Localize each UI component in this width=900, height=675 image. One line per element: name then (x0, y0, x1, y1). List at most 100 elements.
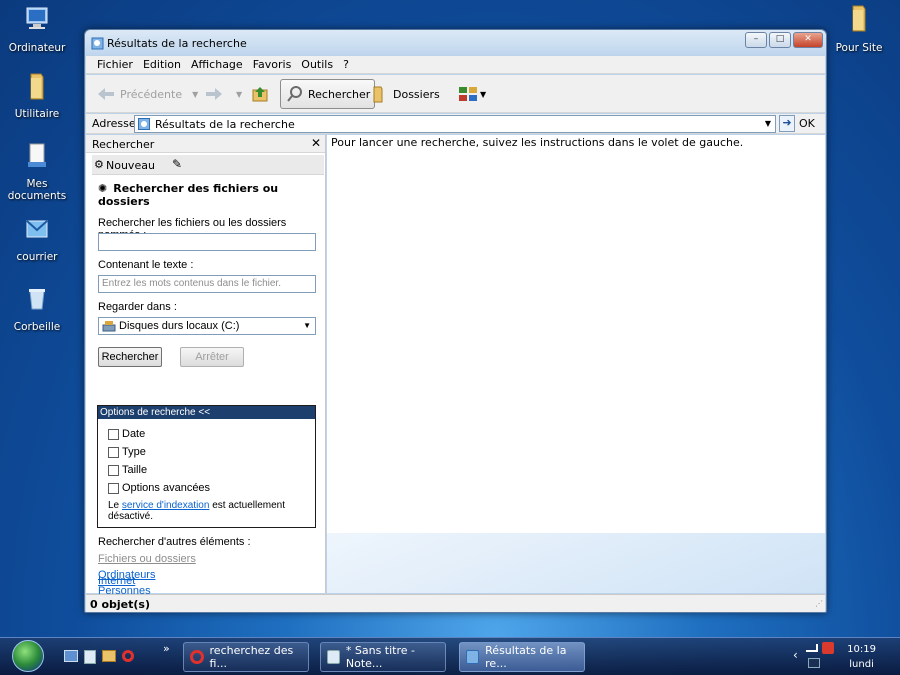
option-label: Type (122, 446, 146, 458)
folders-label: Dossiers (393, 87, 440, 101)
search-results-icon (138, 118, 150, 130)
folder-icon (30, 73, 44, 100)
menu-outils[interactable]: Outils (296, 56, 338, 74)
back-arrow-icon (98, 88, 114, 100)
views-button[interactable]: ▼ (458, 79, 486, 109)
edit-icon[interactable]: ✎ (172, 157, 182, 171)
magnifier-icon (287, 86, 302, 102)
explorer-icon[interactable] (102, 650, 116, 662)
option-advanced[interactable]: Options avancées (108, 482, 210, 494)
menu-help[interactable]: ? (338, 56, 354, 74)
address-input[interactable]: Résultats de la recherche ▼ (134, 115, 776, 133)
quick-launch-chevron[interactable]: » (163, 642, 170, 655)
resize-grip-icon[interactable]: ⋰ (815, 599, 823, 608)
desktop-icon-label: Pour Site (835, 42, 883, 54)
computer-icon (26, 7, 48, 29)
forward-button[interactable]: ▼ (204, 79, 242, 109)
opera-icon[interactable] (122, 650, 134, 662)
option-date[interactable]: Date (108, 428, 145, 440)
close-button[interactable]: ✕ (793, 32, 823, 48)
menu-fichier[interactable]: Fichier (92, 56, 138, 74)
desktop-icon-computer[interactable]: Ordinateur (0, 4, 74, 54)
desktop-icon-documents[interactable]: Mes documents (0, 140, 74, 202)
task-opera[interactable]: recherchez des fi... (183, 642, 309, 672)
task-label: * Sans titre - Note... (345, 644, 416, 670)
named-input[interactable] (98, 233, 316, 251)
checkbox[interactable] (108, 446, 119, 458)
desktop-icon-pour-site[interactable]: Pour Site (822, 4, 896, 54)
show-desktop-icon[interactable] (64, 650, 78, 662)
notepad-icon[interactable] (84, 650, 96, 664)
mail-icon (26, 220, 48, 238)
tray-chevron[interactable]: ‹ (793, 648, 798, 662)
close-pane-icon[interactable]: ✕ (311, 136, 321, 150)
search-button[interactable]: Rechercher (98, 347, 162, 367)
address-dropdown-icon[interactable]: ▼ (761, 116, 775, 132)
folders-button[interactable]: Dossiers (369, 79, 440, 109)
index-prefix: Le (108, 500, 120, 511)
folder-icon (852, 5, 866, 32)
option-label: Options avancées (122, 482, 211, 494)
link-internet[interactable]: Internet (98, 575, 135, 587)
indexing-service-link[interactable]: service d'indexation (122, 500, 210, 511)
search-toggle-label: Rechercher (308, 87, 371, 101)
desktop-icon-mail[interactable]: courrier (0, 213, 74, 263)
lookin-select[interactable]: Disques durs locaux (C:) ▼ (98, 317, 316, 335)
back-label: Précédente (120, 87, 183, 101)
search-results-window: Résultats de la recherche – □ ✕ Fichier E… (84, 29, 827, 613)
address-value: Résultats de la recherche (155, 118, 295, 131)
search-options-header[interactable]: Options de recherche << (98, 406, 315, 419)
option-size[interactable]: Taille (108, 464, 147, 476)
desktop-icon-utilitaire[interactable]: Utilitaire (0, 70, 74, 120)
wifi-icon[interactable] (822, 642, 834, 654)
forward-dropdown-icon[interactable]: ▼ (236, 90, 242, 99)
up-folder-icon (252, 87, 268, 102)
start-button[interactable] (12, 640, 44, 672)
title-bar[interactable]: Résultats de la recherche – □ ✕ (85, 30, 826, 55)
documents-icon (28, 143, 46, 167)
task-search-results[interactable]: Résultats de la re... (459, 642, 585, 672)
menu-affichage[interactable]: Affichage (186, 56, 248, 74)
desktop-icon-recycle-bin[interactable]: Corbeille (0, 283, 74, 333)
desktop-icon-label: Mes documents (7, 178, 67, 202)
checkbox[interactable] (108, 428, 119, 440)
lookin-dropdown-icon: ▼ (303, 321, 311, 330)
go-button[interactable]: OK (799, 117, 815, 130)
clock-time: 10:19 (847, 644, 876, 655)
search-toggle-button[interactable]: Rechercher (280, 79, 376, 109)
address-label: Adresse (92, 117, 136, 130)
task-notepad[interactable]: * Sans titre - Note... (320, 642, 446, 672)
back-button[interactable]: Précédente ▼ (96, 79, 198, 109)
option-label: Date (122, 428, 146, 440)
network-icon[interactable] (808, 658, 820, 668)
link-files-folders[interactable]: Fichiers ou dossiers (98, 553, 196, 565)
desktop-icon-label: courrier (16, 251, 58, 263)
menu-edition[interactable]: Edition (138, 56, 186, 74)
checkbox[interactable] (108, 482, 119, 494)
minimize-button[interactable]: – (745, 32, 767, 48)
checkbox[interactable] (108, 464, 119, 476)
desktop-icon-label: Utilitaire (14, 108, 60, 120)
desktop-icon-label: Ordinateur (8, 42, 66, 54)
taskbar: » recherchez des fi... * Sans titre - No… (0, 637, 900, 675)
menu-favoris[interactable]: Favoris (248, 56, 297, 74)
go-arrow-icon[interactable]: ➜ (779, 115, 795, 132)
stop-button[interactable]: Arrêter (180, 347, 244, 367)
views-dropdown-icon: ▼ (480, 89, 487, 99)
option-type[interactable]: Type (108, 446, 146, 458)
search-pane-title: Rechercher (92, 138, 155, 151)
signal-icon[interactable] (806, 644, 818, 652)
search-heading: ✺ Rechercher des fichiers ou dossiers (98, 182, 325, 208)
up-folder-button[interactable] (250, 79, 270, 109)
window-title: Résultats de la recherche (107, 37, 247, 50)
new-search-button[interactable]: Nouveau (106, 159, 155, 172)
results-area: Pour lancer une recherche, suivez les in… (327, 135, 825, 593)
new-search-icon: ⚙ (94, 158, 104, 171)
search-options-box: Options de recherche << Date Type Taille… (97, 405, 316, 528)
back-dropdown-icon[interactable]: ▼ (192, 90, 198, 99)
clock[interactable]: 10:19 lundi (847, 642, 876, 672)
text-input[interactable]: Entrez les mots contenus dans le fichier… (98, 275, 316, 293)
toolbar: Précédente ▼ ▼ Rechercher Dossiers ▼ (86, 75, 825, 113)
lookin-value: Disques durs locaux (C:) (119, 320, 240, 332)
maximize-button[interactable]: □ (769, 32, 791, 48)
